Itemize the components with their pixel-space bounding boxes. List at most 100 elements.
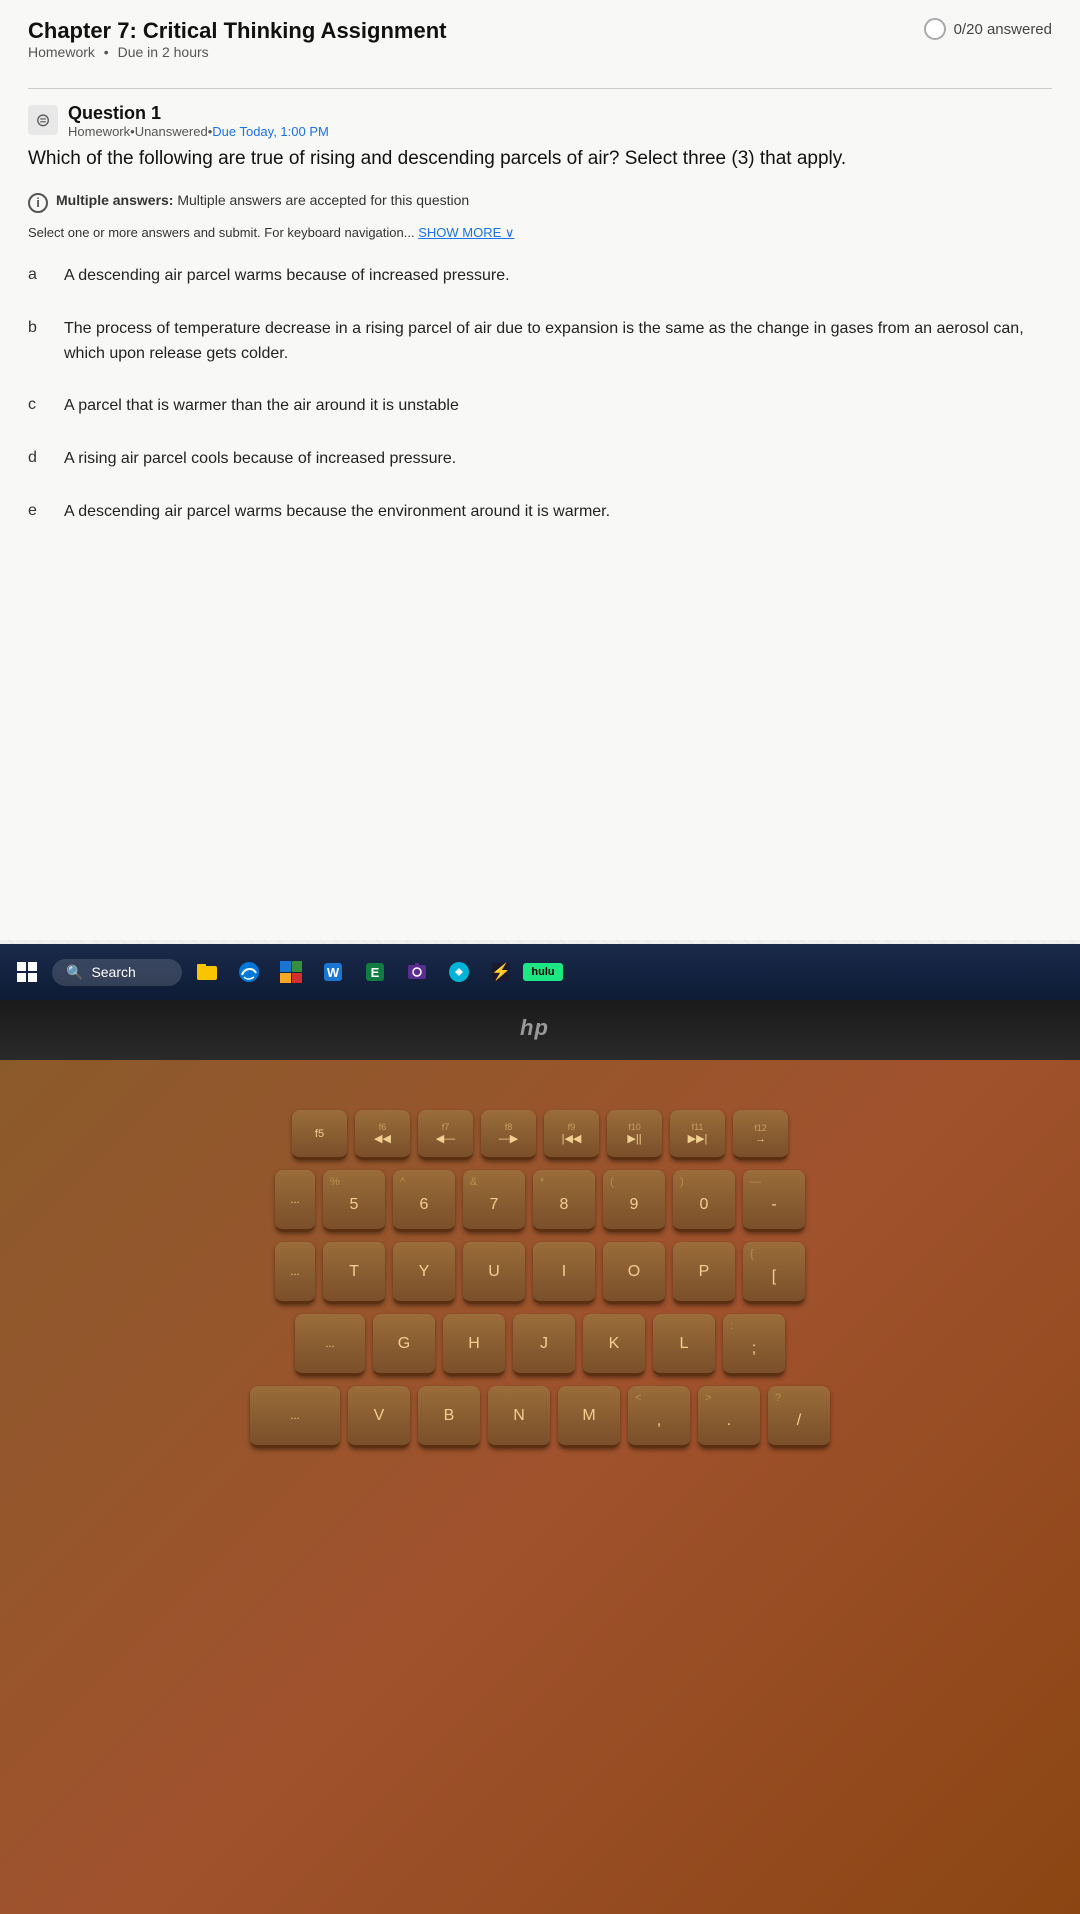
key-k[interactable]: K	[583, 1314, 645, 1376]
key-y[interactable]: Y	[393, 1242, 455, 1304]
option-c-text: A parcel that is warmer than the air aro…	[64, 394, 1052, 419]
option-c-letter: c	[28, 394, 46, 414]
laptop-bottom-bezel: hp	[0, 1000, 1080, 1060]
key-0[interactable]: ) 0	[673, 1170, 735, 1232]
key-partial-shift[interactable]: ...	[250, 1386, 340, 1448]
due-label: Due in 2 hours	[118, 44, 209, 60]
key-partial-r[interactable]: ...	[275, 1242, 315, 1304]
show-more-link[interactable]: SHOW MORE ∨	[418, 225, 514, 240]
fn-key-row: f5 f6 ◀◀ f7 ◀— f8 —▶ f9 |◀◀ f10 ▶||	[10, 1110, 1070, 1160]
key-7[interactable]: & 7	[463, 1170, 525, 1232]
info-box: i Multiple answers: Multiple answers are…	[28, 192, 1052, 213]
key-b[interactable]: B	[418, 1386, 480, 1448]
key-j[interactable]: J	[513, 1314, 575, 1376]
question-number: Question 1	[68, 103, 329, 124]
home-row: ... G H J K L : ;	[10, 1314, 1070, 1376]
app-icon-3[interactable]	[398, 953, 436, 991]
option-c[interactable]: c A parcel that is warmer than the air a…	[28, 392, 1052, 421]
key-n[interactable]: N	[488, 1386, 550, 1448]
key-slash[interactable]: ? /	[768, 1386, 830, 1448]
keyboard-area: f5 f6 ◀◀ f7 ◀— f8 —▶ f9 |◀◀ f10 ▶||	[0, 1060, 1080, 1914]
key-partial-caps[interactable]: ...	[295, 1314, 365, 1376]
question-text: Which of the following are true of risin…	[28, 145, 1052, 174]
option-d-text: A rising air parcel cools because of inc…	[64, 447, 1052, 472]
key-f8[interactable]: f8 —▶	[481, 1110, 536, 1160]
key-o[interactable]: O	[603, 1242, 665, 1304]
key-g[interactable]: G	[373, 1314, 435, 1376]
windows-icon	[17, 962, 37, 982]
key-f10[interactable]: f10 ▶||	[607, 1110, 662, 1160]
option-b-text: The process of temperature decrease in a…	[64, 317, 1052, 367]
file-explorer-icon[interactable]	[188, 953, 226, 991]
content-area: Chapter 7: Critical Thinking Assignment …	[0, 0, 1080, 940]
keyboard: f5 f6 ◀◀ f7 ◀— f8 —▶ f9 |◀◀ f10 ▶||	[0, 1110, 1080, 1458]
key-m[interactable]: M	[558, 1386, 620, 1448]
key-comma[interactable]: < ,	[628, 1386, 690, 1448]
taskbar-apps: W E	[188, 953, 1072, 991]
bottom-row: ... V B N M < , > . ? /	[10, 1386, 1070, 1448]
app-icon-5[interactable]: ⚡	[482, 953, 520, 991]
option-d-letter: d	[28, 447, 46, 467]
key-t[interactable]: T	[323, 1242, 385, 1304]
option-e-text: A descending air parcel warms because th…	[64, 500, 1052, 525]
progress-text: 0/20 answered	[954, 21, 1052, 38]
search-icon: 🔍	[66, 964, 83, 981]
key-5[interactable]: % 5	[323, 1170, 385, 1232]
svg-text:E: E	[371, 965, 380, 980]
option-a-text: A descending air parcel warms because of…	[64, 264, 1052, 289]
qwerty-row: ... T Y U I O P { [	[10, 1242, 1070, 1304]
q-status: Unanswered	[135, 124, 208, 139]
option-b-letter: b	[28, 317, 46, 337]
svg-text:⚡: ⚡	[491, 962, 511, 981]
progress-area: 0/20 answered	[924, 18, 1052, 40]
option-e-letter: e	[28, 500, 46, 520]
search-label: Search	[91, 964, 135, 980]
app-icon-4[interactable]	[440, 953, 478, 991]
taskbar-search[interactable]: 🔍 Search	[52, 959, 182, 986]
page-header: Chapter 7: Critical Thinking Assignment …	[28, 18, 1052, 78]
answer-options: a A descending air parcel warms because …	[28, 262, 1052, 527]
key-f6[interactable]: f6 ◀◀	[355, 1110, 410, 1160]
chapter-title: Chapter 7: Critical Thinking Assignment	[28, 18, 446, 44]
key-colon[interactable]: : ;	[723, 1314, 785, 1376]
key-p[interactable]: P	[673, 1242, 735, 1304]
option-b[interactable]: b The process of temperature decrease in…	[28, 315, 1052, 369]
info-text: Multiple answers: Multiple answers are a…	[56, 192, 469, 208]
key-minus[interactable]: — -	[743, 1170, 805, 1232]
homework-label: Homework	[28, 44, 95, 60]
key-f7[interactable]: f7 ◀—	[418, 1110, 473, 1160]
key-f12[interactable]: f12 →	[733, 1110, 788, 1160]
key-6[interactable]: ^ 6	[393, 1170, 455, 1232]
key-partial-left[interactable]: ...	[275, 1170, 315, 1232]
key-l[interactable]: L	[653, 1314, 715, 1376]
key-f9[interactable]: f9 |◀◀	[544, 1110, 599, 1160]
key-v[interactable]: V	[348, 1386, 410, 1448]
option-e[interactable]: e A descending air parcel warms because …	[28, 498, 1052, 527]
question-meta: Question 1 Homework • Unanswered • Due T…	[68, 103, 329, 139]
key-h[interactable]: H	[443, 1314, 505, 1376]
colorful-app-icon[interactable]	[272, 953, 310, 991]
chapter-title-area: Chapter 7: Critical Thinking Assignment …	[28, 18, 446, 78]
hp-logo: hp	[515, 1013, 565, 1047]
option-a[interactable]: a A descending air parcel warms because …	[28, 262, 1052, 291]
edge-browser-icon[interactable]	[230, 953, 268, 991]
laptop-screen: Chapter 7: Critical Thinking Assignment …	[0, 0, 1080, 1000]
app-icon-2[interactable]: E	[356, 953, 394, 991]
svg-text:hp: hp	[520, 1015, 549, 1040]
option-a-letter: a	[28, 264, 46, 284]
key-f11[interactable]: f11 ▶▶|	[670, 1110, 725, 1160]
svg-text:W: W	[327, 965, 340, 980]
key-u[interactable]: U	[463, 1242, 525, 1304]
windows-start-button[interactable]	[8, 953, 46, 991]
option-d[interactable]: d A rising air parcel cools because of i…	[28, 445, 1052, 474]
key-9[interactable]: ( 9	[603, 1170, 665, 1232]
hulu-icon[interactable]: hulu	[524, 953, 562, 991]
key-8[interactable]: * 8	[533, 1170, 595, 1232]
app-icon-1[interactable]: W	[314, 953, 352, 991]
key-open-brace[interactable]: { [	[743, 1242, 805, 1304]
info-icon: i	[28, 193, 48, 213]
key-i[interactable]: I	[533, 1242, 595, 1304]
question-tags: Homework • Unanswered • Due Today, 1:00 …	[68, 124, 329, 139]
key-f5[interactable]: f5	[292, 1110, 347, 1160]
key-period[interactable]: > .	[698, 1386, 760, 1448]
